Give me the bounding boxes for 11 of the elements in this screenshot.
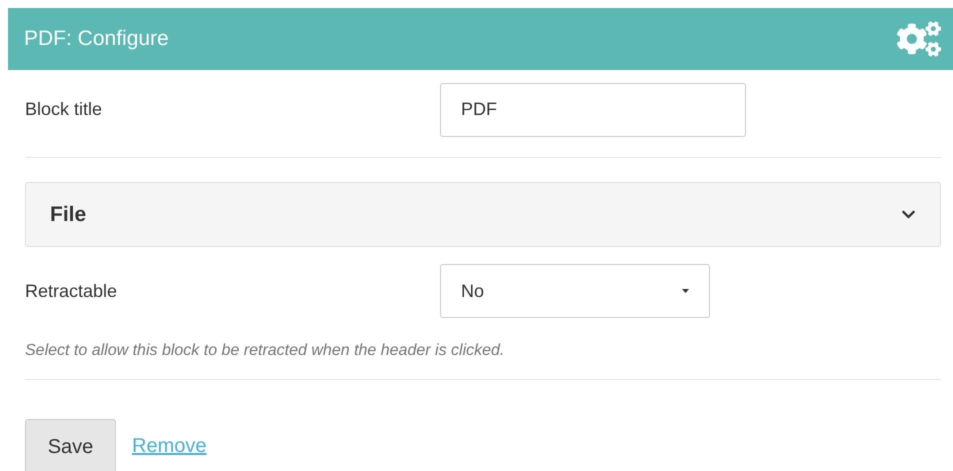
caret-icon [682, 289, 689, 293]
field-label: Retractable [25, 280, 118, 302]
retractable-select[interactable]: No [440, 264, 710, 318]
file-section-header[interactable]: File [25, 182, 941, 247]
help-text: Select to allow this block to be retracted when the header is clicked. [25, 340, 504, 360]
block-title-input[interactable]: PDF [440, 82, 746, 136]
save-button[interactable]: Save [25, 419, 116, 471]
field-label: Block title [25, 98, 104, 121]
settings-icon[interactable] [897, 19, 941, 59]
panel-title: PDF: Configure [24, 26, 169, 52]
section-title: File [50, 202, 86, 228]
